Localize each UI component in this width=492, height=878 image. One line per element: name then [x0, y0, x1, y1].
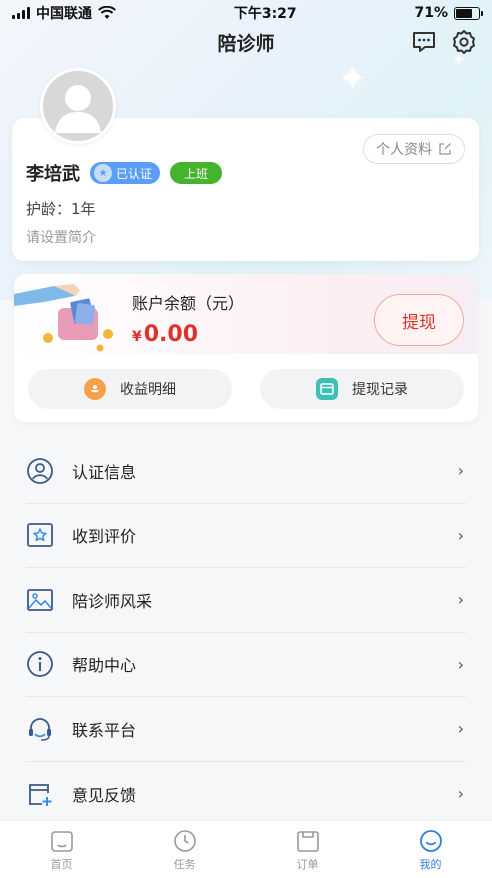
- profile-icon: [419, 830, 442, 852]
- avatar[interactable]: [40, 68, 116, 144]
- balance-value: 0.00: [143, 322, 199, 347]
- order-icon: [296, 831, 319, 852]
- verified-label: 已认证: [116, 166, 153, 181]
- chevron-right-icon: ›: [457, 654, 464, 674]
- tab-label: 任务: [173, 858, 196, 871]
- gallery-icon: [26, 586, 54, 614]
- nav-bar: 陪诊师: [0, 26, 492, 58]
- menu-item-help-center[interactable]: 帮助中心 ›: [26, 633, 466, 697]
- income-details-label: 收益明细: [120, 382, 176, 398]
- id-verify-icon: [26, 457, 54, 485]
- tab-bar: 首页 任务 订单 我的: [0, 820, 492, 878]
- wifi-icon: [98, 6, 116, 19]
- clock: 下午3:27: [233, 6, 297, 22]
- menu-label: 联系平台: [72, 720, 137, 740]
- profile-info-label: 个人资料: [376, 142, 432, 158]
- tab-label: 订单: [296, 858, 319, 871]
- menu-item-contact-platform[interactable]: 联系平台 ›: [26, 697, 466, 762]
- tab-mine[interactable]: 我的: [391, 829, 471, 872]
- intro-placeholder[interactable]: 请设置简介: [26, 227, 96, 247]
- shield-star-icon: ★: [94, 164, 112, 182]
- currency-symbol: ¥: [132, 329, 142, 345]
- feedback-icon: [26, 780, 54, 808]
- message-icon[interactable]: [410, 28, 438, 56]
- chevron-right-icon: ›: [457, 461, 464, 481]
- chevron-right-icon: ›: [457, 525, 464, 545]
- chevron-right-icon: ›: [457, 784, 464, 804]
- menu-label: 帮助中心: [72, 656, 137, 676]
- chevron-right-icon: ›: [457, 719, 464, 739]
- profile-info-button[interactable]: 个人资料: [363, 134, 465, 164]
- page-title: 陪诊师: [217, 32, 275, 55]
- user-name: 李培武: [26, 164, 80, 185]
- tab-home[interactable]: 首页: [22, 829, 102, 872]
- withdraw-button[interactable]: 提现: [374, 294, 464, 346]
- wallet-illustration: [14, 284, 113, 352]
- battery-icon: [454, 6, 483, 20]
- home-icon: [50, 831, 73, 852]
- menu-item-companion-showcase[interactable]: 陪诊师风采 ›: [26, 568, 466, 633]
- balance-card: 账户余额（元） ¥0.00 提现 收益明细 提现记录: [14, 274, 478, 422]
- withdraw-records-label: 提现记录: [352, 382, 408, 398]
- tab-label: 首页: [50, 858, 73, 871]
- menu-label: 陪诊师风采: [72, 591, 153, 611]
- battery-percent: 71%: [414, 5, 448, 21]
- settings-icon[interactable]: [450, 28, 478, 56]
- sparkle-decoration: ✦: [338, 59, 367, 99]
- records-icon: [316, 378, 338, 400]
- menu-item-feedback[interactable]: 意见反馈 ›: [26, 762, 466, 827]
- star-review-icon: [26, 521, 54, 549]
- clock-icon: [173, 830, 196, 852]
- nursing-experience: 护龄：1年: [26, 200, 96, 218]
- tab-label: 我的: [419, 858, 442, 871]
- edit-icon: [439, 143, 451, 155]
- headset-icon: [26, 715, 54, 743]
- income-details-button[interactable]: 收益明细: [28, 369, 232, 409]
- menu-label: 认证信息: [72, 462, 137, 482]
- withdraw-records-button[interactable]: 提现记录: [260, 369, 464, 409]
- menu-item-received-reviews[interactable]: 收到评价 ›: [26, 504, 466, 568]
- status-bar: 中国联通 下午3:27 71%: [0, 0, 492, 26]
- menu-item-verification-info[interactable]: 认证信息 ›: [26, 439, 466, 504]
- tab-tasks[interactable]: 任务: [145, 829, 225, 872]
- tab-orders[interactable]: 订单: [268, 829, 348, 872]
- info-icon: [26, 650, 54, 678]
- signal-icon: [12, 7, 30, 19]
- income-icon: [84, 378, 106, 400]
- balance-amount: ¥0.00: [132, 322, 198, 347]
- menu-label: 收到评价: [72, 527, 137, 547]
- duty-status-badge[interactable]: 上班: [170, 162, 223, 184]
- carrier-label: 中国联通: [36, 6, 92, 22]
- verified-badge: ★ 已认证: [90, 162, 161, 184]
- chevron-right-icon: ›: [457, 590, 464, 610]
- menu-list: 认证信息 › 收到评价 › 陪诊师风采 › 帮助中心 › 联系平台 › 意见反馈: [0, 439, 492, 826]
- balance-label: 账户余额（元）: [132, 294, 245, 313]
- menu-label: 意见反馈: [72, 785, 137, 805]
